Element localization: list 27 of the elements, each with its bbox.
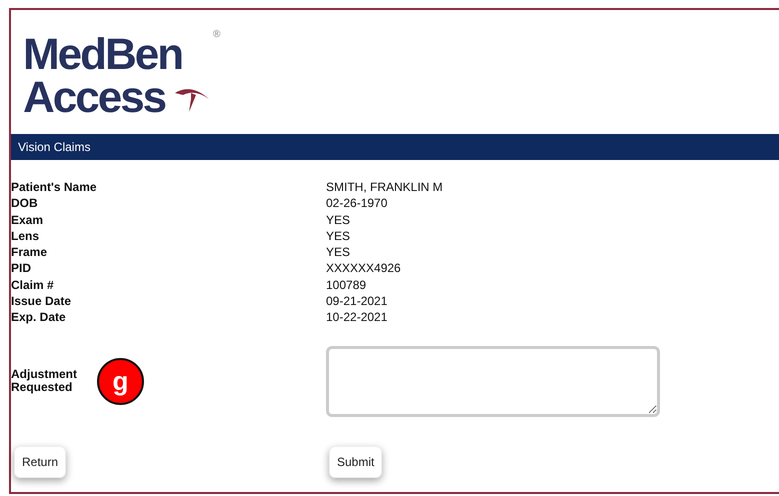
field-value: XXXXXX4926 — [326, 260, 401, 277]
field-value: 02-26-1970 — [326, 195, 388, 212]
field-label: DOB — [11, 195, 38, 212]
field-value: 09-21-2021 — [326, 293, 388, 310]
logo-text: MedBen — [23, 33, 182, 77]
field-value: YES — [326, 228, 350, 244]
field-label: Patient's Name — [11, 179, 97, 196]
field-label: PID — [11, 260, 32, 277]
return-button[interactable]: Return — [14, 446, 66, 478]
section-title: Vision Claims — [18, 139, 90, 155]
field-label: Frame — [11, 244, 48, 260]
adjustment-field[interactable] — [326, 346, 660, 417]
field-value: YES — [326, 244, 350, 260]
registered-mark: ® — [213, 30, 220, 40]
field-label: Adjustment Requested — [11, 368, 77, 394]
field-label: Issue Date — [11, 293, 72, 310]
field-label: Exam — [11, 212, 44, 228]
field-label: Lens — [11, 228, 40, 244]
field-label: Exp. Date — [11, 309, 66, 326]
submit-button[interactable]: Submit — [329, 446, 382, 478]
field-value: SMITH, FRANKLIN M — [326, 179, 443, 196]
logo-text: Access — [23, 76, 166, 120]
annotation-marker: g — [97, 358, 144, 405]
field-value: YES — [326, 212, 350, 228]
field-label: Claim # — [11, 276, 54, 294]
field-value: 10-22-2021 — [326, 309, 388, 326]
field-value: 100789 — [326, 276, 366, 294]
